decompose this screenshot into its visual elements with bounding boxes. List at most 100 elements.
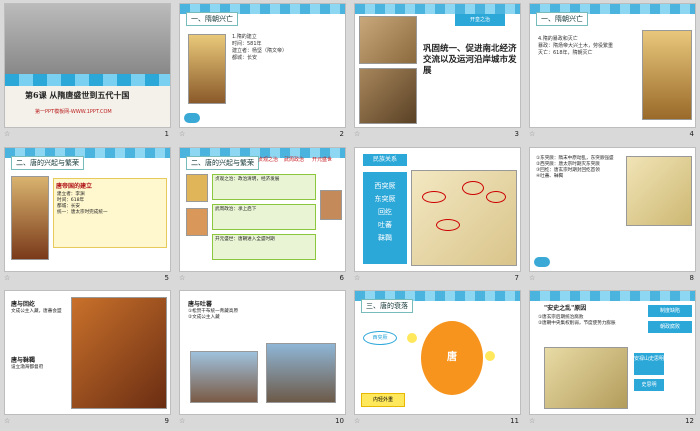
slide-thumb-5[interactable]: 二、唐的兴起与繁荣 唐帝国的建立 建立者：李渊 时间：618年 都城：长安 统一… [0, 144, 175, 288]
slide-number-8: 8 [689, 273, 694, 282]
slide-number-6: 6 [339, 273, 344, 282]
ethnic-name: 东突厥 [374, 194, 396, 203]
slide-5[interactable]: 二、唐的兴起与繁荣 唐帝国的建立 建立者：李渊 时间：618年 都城：长安 统一… [4, 146, 171, 272]
header-6: 二、唐的兴起与繁荣 [186, 155, 259, 170]
slide-thumb-11[interactable]: 三、唐的衰落 西突厥 唐 内轻外重 ☆ 11 [350, 287, 525, 431]
slide-1[interactable]: 第6课 从隋唐盛世到五代十国 第一PPT模板网-WWW.1PPT.COM [4, 3, 171, 128]
slide-thumb-7[interactable]: 民族关系 西突厥 东突厥 回纥 吐蕃 靺鞨 ☆ 7 [350, 144, 525, 288]
star-icon: ☆ [354, 130, 361, 138]
canal-map [359, 16, 417, 64]
tag-12a: 制度缺陷 [648, 305, 692, 318]
slide-8[interactable]: ①东突厥：隋末中原动乱，东突厥强盛 ②西突厥：唐太宗时期灭东突厥 ③回纥：唐玄宗… [529, 146, 696, 272]
wave-band [5, 74, 170, 86]
territory-map [411, 169, 517, 266]
slide-number-11: 11 [510, 417, 519, 426]
ethnic-name: 回纥 [378, 207, 392, 216]
slide-11[interactable]: 三、唐的衰落 西突厥 唐 内轻外重 [354, 290, 521, 416]
text-line: 暴政：隋炀帝大兴土木，劳役繁重 [538, 43, 614, 49]
portrait [186, 207, 208, 236]
box-title-5: 唐帝国的建立 [56, 182, 93, 190]
text-line: 统一：唐太宗时完成统一 [57, 209, 108, 215]
text-line: ②唐朝中央集权削弱，节度使势力膨胀 [538, 321, 616, 327]
city-map [359, 68, 417, 124]
tag-6b: 武周政治 [284, 156, 305, 163]
painting-banner [5, 4, 170, 74]
slide-thumb-12[interactable]: "安史之乱"原因 ①唐玄宗后期统治腐败 ②唐朝中央集权削弱，节度使势力膨胀 制度… [525, 287, 700, 431]
ethnic-name: 西突厥 [374, 181, 396, 190]
title-9a: 唐与回纥 [11, 301, 36, 309]
text-line: 时间：581年 [232, 41, 262, 47]
star-icon: ☆ [4, 130, 11, 138]
map-image [626, 155, 692, 226]
slide-thumb-6[interactable]: 二、唐的兴起与繁荣 贞观之治 武周政治 开元盛世 贞观之治：政治清明，经济发展 … [175, 144, 350, 288]
star-icon: ☆ [354, 417, 361, 426]
map-image [544, 347, 628, 410]
header-5: 二、唐的兴起与繁荣 [11, 155, 84, 170]
star-icon: ☆ [529, 273, 536, 282]
text-line: ④吐蕃、靺鞨 [536, 173, 564, 179]
text-line: ②文成公主入藏 [188, 315, 220, 321]
slide-6[interactable]: 二、唐的兴起与繁荣 贞观之治 武周政治 开元盛世 贞观之治：政治清明，经济发展 … [179, 146, 346, 272]
tag-6c: 开元盛世 [312, 156, 333, 163]
row-6-1: 贞观之治：政治清明，经济发展 [212, 173, 316, 200]
emperor-portrait [642, 30, 692, 120]
text-9b: 设立渤海都督府 [11, 365, 44, 371]
slide-thumb-2[interactable]: 一、隋朝兴亡 1.隋的建立 时间：581年 建立者：杨坚（隋文帝） 都城：长安 … [175, 0, 350, 144]
portrait [186, 173, 208, 202]
tag-12c: 安禄山史思明 [634, 353, 664, 376]
palace-photo [190, 351, 258, 404]
slide-number-5: 5 [164, 273, 169, 282]
ethnic-name: 吐蕃 [378, 220, 392, 229]
slide-3[interactable]: 开皇之治 巩固统一、促进南北经济交流以及运河沿岸城市发展 [354, 3, 521, 128]
title-1: 第6课 从隋唐盛世到五代十国 [25, 90, 130, 100]
text-line: 1.隋的建立 [232, 34, 257, 40]
slide-12[interactable]: "安史之乱"原因 ①唐玄宗后期统治腐败 ②唐朝中央集权削弱，节度使势力膨胀 制度… [529, 290, 696, 416]
slide-thumb-9[interactable]: 唐与回纥 文成公主入藏，唐蕃会盟 唐与靺鞨 设立渤海都督府 ☆ 9 [0, 287, 175, 431]
slide-thumb-10[interactable]: 唐与吐蕃 ①松赞干布统一青藏高原 ②文成公主入藏 ☆ 10 [175, 287, 350, 431]
header-7: 民族关系 [363, 153, 407, 166]
emperor-portrait [11, 175, 49, 260]
cloud-icon [534, 256, 550, 267]
slide-thumb-1[interactable]: 第6课 从隋唐盛世到五代十国 第一PPT模板网-WWW.1PPT.COM ☆ 1 [0, 0, 175, 144]
text-line: 都城：长安 [232, 55, 258, 61]
slide-thumb-8[interactable]: ①东突厥：隋末中原动乱，东突厥强盛 ②西突厥：唐太宗时期灭东突厥 ③回纥：唐玄宗… [525, 144, 700, 288]
slide-10[interactable]: 唐与吐蕃 ①松赞干布统一青藏高原 ②文成公主入藏 [179, 290, 346, 416]
row-6-3: 开元盛世：唐朝进入全盛时期 [212, 233, 316, 260]
text-line: 灭亡：618年，隋朝灭亡 [538, 50, 593, 56]
slide-number-4: 4 [689, 130, 694, 138]
tag-12b: 朝政腐败 [648, 321, 692, 334]
slide-number-9: 9 [164, 417, 169, 426]
mural-image [71, 297, 167, 410]
temple-photo [266, 343, 336, 404]
header-4: 一、隋朝兴亡 [536, 12, 588, 26]
text-line: 4.隋的暴政和灭亡 [538, 36, 578, 42]
star-icon: ☆ [4, 417, 11, 426]
slide-number-12: 12 [685, 417, 694, 426]
main-text-3: 巩固统一、促进南北经济交流以及运河沿岸城市发展 [423, 44, 517, 76]
emperor-portrait [188, 34, 226, 104]
slide-4[interactable]: 一、隋朝兴亡 4.隋的暴政和灭亡 暴政：隋炀帝大兴土木，劳役繁重 灭亡：618年… [529, 3, 696, 128]
center-circle: 唐 [421, 321, 483, 396]
title-10: 唐与吐蕃 [188, 301, 213, 309]
star-icon: ☆ [354, 273, 361, 282]
bottom-label: 内轻外重 [361, 393, 405, 408]
header-11: 三、唐的衰落 [361, 299, 413, 314]
satellite-dot [485, 351, 495, 362]
slide-7[interactable]: 民族关系 西突厥 东突厥 回纥 吐蕃 靺鞨 [354, 146, 521, 272]
wave-top [355, 4, 520, 14]
slide-thumb-4[interactable]: 一、隋朝兴亡 4.隋的暴政和灭亡 暴政：隋炀帝大兴土木，劳役繁重 灭亡：618年… [525, 0, 700, 144]
wave-top [530, 291, 695, 302]
subtitle-1: 第一PPT模板网-WWW.1PPT.COM [35, 109, 112, 115]
slide-thumb-3[interactable]: 开皇之治 巩固统一、促进南北经济交流以及运河沿岸城市发展 ☆ 3 [350, 0, 525, 144]
header-2: 一、隋朝兴亡 [186, 12, 238, 26]
star-icon: ☆ [179, 417, 186, 426]
tag-6a: 贞观之治 [258, 156, 279, 163]
slide-9[interactable]: 唐与回纥 文成公主入藏，唐蕃会盟 唐与靺鞨 设立渤海都督府 [4, 290, 171, 416]
slide-number-10: 10 [335, 417, 344, 426]
title-9b: 唐与靺鞨 [11, 357, 36, 365]
row-6-2: 武周政治：承上启下 [212, 203, 316, 230]
slide-2[interactable]: 一、隋朝兴亡 1.隋的建立 时间：581年 建立者：杨坚（隋文帝） 都城：长安 [179, 3, 346, 128]
text-line: 建立者：杨坚（隋文帝） [232, 48, 288, 54]
cloud-icon [184, 113, 200, 123]
slide-number-2: 2 [339, 130, 344, 138]
